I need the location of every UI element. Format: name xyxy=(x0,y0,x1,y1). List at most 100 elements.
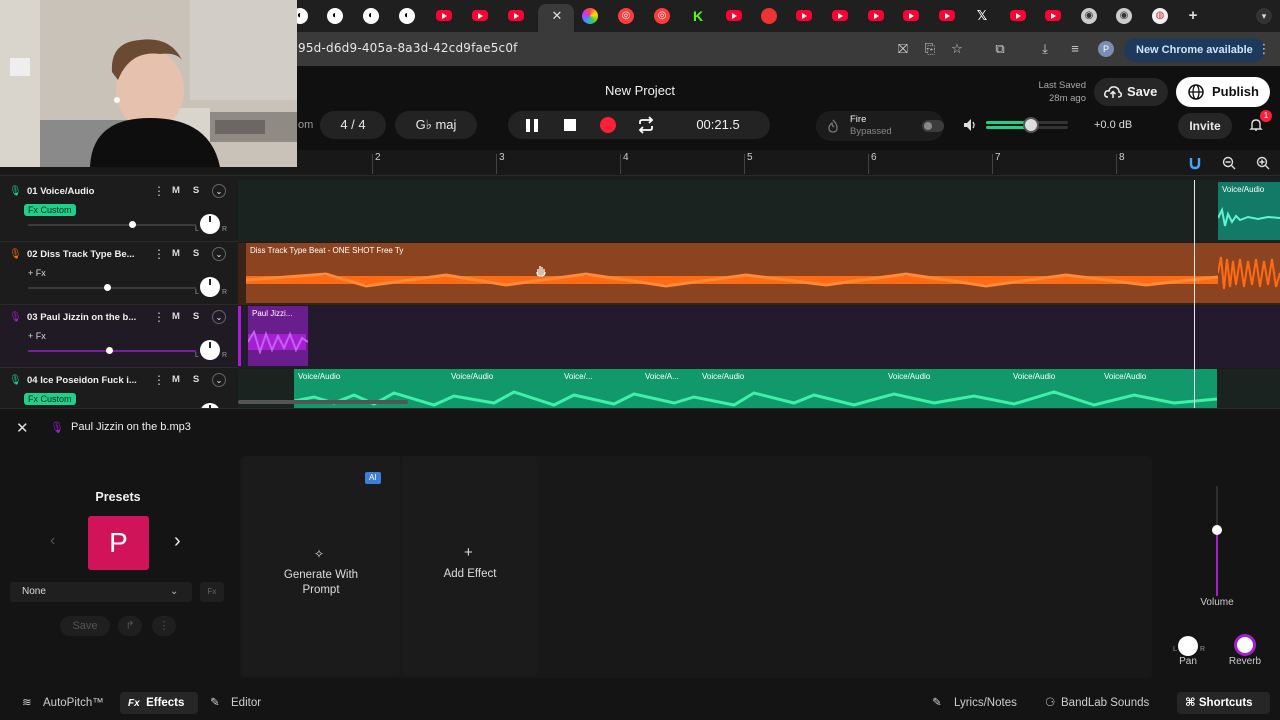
publish-button[interactable]: Publish xyxy=(1176,77,1270,107)
more-menu-icon[interactable]: ⋮ xyxy=(1256,41,1272,57)
new-chrome-available-button[interactable]: New Chrome available xyxy=(1124,38,1265,62)
zoom-in-icon[interactable] xyxy=(1256,156,1270,170)
download-icon[interactable]: ⤓ xyxy=(1037,41,1053,57)
tab-icon[interactable]: ◐ xyxy=(363,8,379,24)
shortcuts-button[interactable]: ⌘ Shortcuts xyxy=(1177,692,1270,714)
preset-thumbnail[interactable]: P xyxy=(88,516,149,570)
tab-search-icon[interactable]: ▾ xyxy=(1256,8,1272,24)
project-title[interactable]: New Project xyxy=(560,83,720,98)
youtube-tab-icon[interactable] xyxy=(726,10,742,21)
close-tab-icon[interactable]: ✕ xyxy=(549,8,565,24)
chevron-down-icon[interactable]: ⌄ xyxy=(212,373,226,387)
youtube-tab-icon[interactable] xyxy=(903,10,919,21)
tab-icon[interactable]: ◎ xyxy=(618,8,634,24)
fx-badge[interactable]: Fx Custom xyxy=(24,393,76,405)
youtube-tab-icon[interactable] xyxy=(832,10,848,21)
audio-clip[interactable]: Diss Track Type Beat - ONE SHOT Free Ty xyxy=(246,243,1218,303)
key-button[interactable]: G♭ maj xyxy=(395,111,477,139)
magnet-snap-icon[interactable] xyxy=(1188,156,1202,170)
kick-tab-icon[interactable]: K xyxy=(690,8,706,24)
more-options-icon[interactable]: ⋮ xyxy=(152,616,176,636)
youtube-tab-icon[interactable] xyxy=(472,10,488,21)
solo-button[interactable]: S xyxy=(188,373,204,387)
fx-icon[interactable]: Fx xyxy=(200,582,224,602)
youtube-tab-icon[interactable] xyxy=(868,10,884,21)
track-name[interactable]: 02 Diss Track Type Be... xyxy=(27,249,135,260)
media-queue-icon[interactable]: ≡ xyxy=(1067,41,1083,57)
bandlab-sounds-button[interactable]: BandLab Sounds xyxy=(1061,692,1149,714)
youtube-tab-icon[interactable] xyxy=(939,10,955,21)
add-fx-button[interactable]: + Fx xyxy=(24,267,50,279)
volume-slider[interactable] xyxy=(28,284,196,291)
youtube-tab-icon[interactable] xyxy=(508,10,524,21)
record-button[interactable] xyxy=(594,112,622,138)
install-app-icon[interactable]: ⎘ xyxy=(922,41,938,57)
profile-avatar[interactable]: P xyxy=(1098,41,1114,57)
colorful-tab-icon[interactable] xyxy=(582,8,598,24)
effects-tab[interactable]: Fx Effects xyxy=(120,692,198,714)
chevron-down-icon[interactable]: ⌄ xyxy=(212,310,226,324)
lyrics-notes-button[interactable]: Lyrics/Notes xyxy=(954,692,1017,714)
pan-knob[interactable] xyxy=(200,340,220,360)
tab-icon[interactable]: ◍ xyxy=(1152,8,1168,24)
mute-button[interactable]: M xyxy=(168,184,184,198)
audio-clip-group[interactable] xyxy=(294,369,1217,408)
chrome-tab-icon[interactable]: ◉ xyxy=(1116,8,1132,24)
timeline-ruler[interactable]: 2 3 4 5 6 7 8 xyxy=(238,150,1280,176)
track-menu-icon[interactable]: ⋮ xyxy=(153,247,165,261)
track-menu-icon[interactable]: ⋮ xyxy=(153,184,165,198)
url-text[interactable]: 95d-d6d9-405a-8a3d-42cd9fae5c0f xyxy=(298,41,518,55)
mute-button[interactable]: M xyxy=(168,373,184,387)
editor-tab[interactable]: Editor xyxy=(231,692,261,714)
tab-icon[interactable]: ◐ xyxy=(327,8,343,24)
fx-badge[interactable]: Fx Custom xyxy=(24,204,76,216)
chevron-down-icon[interactable]: ⌄ xyxy=(212,247,226,261)
time-signature-button[interactable]: 4 / 4 xyxy=(320,111,386,139)
youtube-tab-icon[interactable] xyxy=(1045,10,1061,21)
youtube-tab-icon[interactable] xyxy=(796,10,812,21)
track-lane[interactable]: Voice/Audio xyxy=(238,180,1280,242)
volume-slider[interactable] xyxy=(28,221,196,228)
track-name[interactable]: 03 Paul Jizzin on the b... xyxy=(27,312,136,323)
share-icon[interactable]: ↱ xyxy=(118,616,142,636)
track-lane[interactable]: Diss Track Type Beat - ONE SHOT Free Ty xyxy=(238,243,1280,305)
volume-slider[interactable] xyxy=(28,347,196,354)
reverb-knob[interactable] xyxy=(1234,634,1256,656)
chevron-right-icon[interactable]: › xyxy=(174,530,181,553)
x-tab-icon[interactable]: 𝕏 xyxy=(974,8,990,24)
track-menu-icon[interactable]: ⋮ xyxy=(153,373,165,387)
volume-fader[interactable] xyxy=(1196,486,1240,596)
stop-button[interactable] xyxy=(556,112,584,138)
fire-toggle[interactable] xyxy=(922,120,944,132)
chevron-down-icon[interactable]: ⌄ xyxy=(212,184,226,198)
chrome-tab-icon[interactable]: ◉ xyxy=(1081,8,1097,24)
master-volume-slider[interactable] xyxy=(986,117,1068,133)
add-fx-button[interactable]: + Fx xyxy=(24,330,50,342)
generate-with-prompt-slot[interactable]: AI ✧ Generate With Prompt xyxy=(242,456,400,676)
horizontal-scrollbar[interactable] xyxy=(238,400,408,404)
youtube-tab-icon[interactable] xyxy=(1010,10,1026,21)
extensions-icon[interactable]: ⧉ xyxy=(992,41,1008,57)
zoom-out-icon[interactable] xyxy=(1222,156,1236,170)
pan-knob[interactable] xyxy=(200,214,220,234)
speaker-icon[interactable] xyxy=(962,117,978,133)
track-row[interactable]: 🎙 01 Voice/Audio ⋮ M S ⌄ Fx Custom L R xyxy=(0,180,238,242)
tab-icon[interactable]: ◐ xyxy=(399,8,415,24)
track-name[interactable]: 04 Ice Poseidon Fuck i... xyxy=(27,375,137,386)
bookmark-star-icon[interactable]: ☆ xyxy=(949,41,965,57)
autopitch-tab[interactable]: AutoPitch™ xyxy=(43,692,104,714)
mute-button[interactable]: M xyxy=(168,247,184,261)
close-panel-icon[interactable]: ✕ xyxy=(16,419,29,437)
pan-knob[interactable] xyxy=(1178,636,1198,656)
chevron-left-icon[interactable]: ‹ xyxy=(50,532,55,550)
track-row[interactable]: 🎙 04 Ice Poseidon Fuck i... ⋮ M S ⌄ Fx C… xyxy=(0,369,238,408)
camera-off-icon[interactable]: ⛝ xyxy=(895,41,911,57)
solo-button[interactable]: S xyxy=(188,247,204,261)
playhead[interactable] xyxy=(1194,180,1195,408)
youtube-tab-icon[interactable] xyxy=(436,10,452,21)
solo-button[interactable]: S xyxy=(188,310,204,324)
track-row-selected[interactable]: 🎙 03 Paul Jizzin on the b... ⋮ M S ⌄ + F… xyxy=(0,306,238,368)
loop-button[interactable] xyxy=(632,112,660,138)
invite-button[interactable]: Invite xyxy=(1178,113,1232,139)
track-lane[interactable]: Paul Jizzi... xyxy=(238,306,1280,368)
